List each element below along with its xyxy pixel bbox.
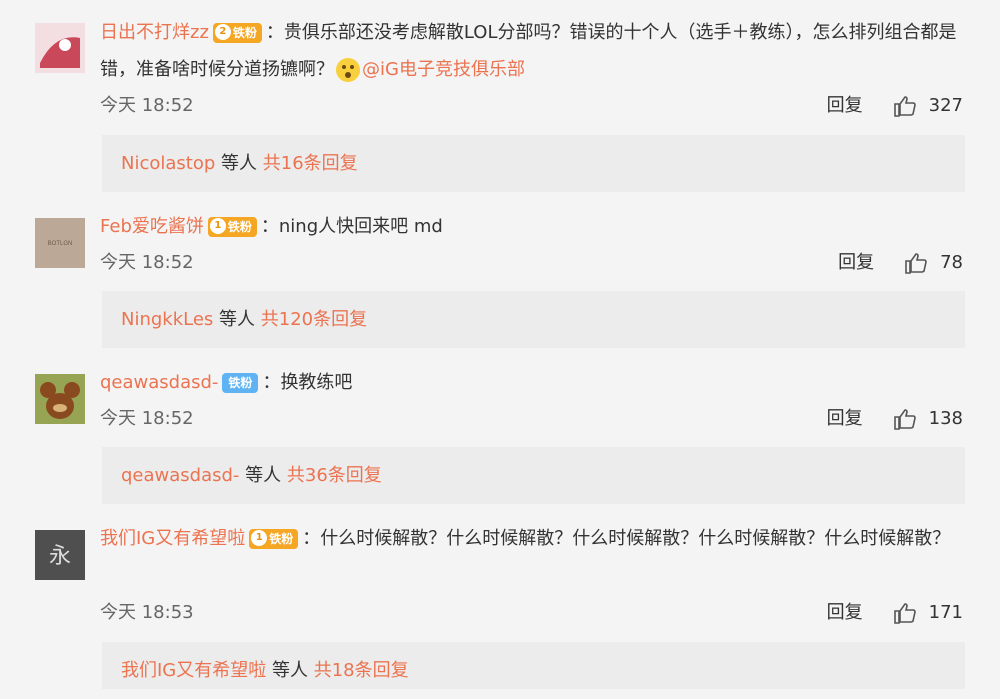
comment-actions: 回复 327 [827, 91, 963, 121]
comment-text: ning人快回来吧 md [278, 216, 443, 237]
comment-content: qeawasdasd- 铁粉 ：换教练吧 [100, 364, 970, 401]
avatar-image: BOTLGN [35, 218, 85, 268]
colon: ： [302, 528, 321, 549]
replier-name[interactable]: qeawasdasd- [121, 465, 239, 486]
username-link[interactable]: 我们IG又有希望啦 [100, 528, 245, 549]
reply-button[interactable]: 回复 [838, 248, 874, 278]
fan-badge[interactable]: 2 铁粉 [212, 23, 262, 43]
comment-content: 我们IG又有希望啦 1 铁粉 ：什么时候解散？什么时候解散？什么时候解散？什么时候解散… [100, 520, 970, 557]
badge-label: 铁粉 [232, 26, 257, 40]
like-button[interactable]: 138 [893, 404, 963, 434]
svg-text:BOTLGN: BOTLGN [48, 241, 73, 247]
fan-badge[interactable]: 铁粉 [222, 373, 259, 393]
like-button[interactable]: 327 [893, 91, 963, 121]
comment-meta: 今天 18:52 回复 138 [100, 404, 963, 434]
avatar[interactable] [35, 374, 85, 424]
comment-meta: 今天 18:52 回复 78 [100, 248, 963, 278]
comment-text: 换教练吧 [280, 372, 353, 393]
reply-summary[interactable]: 我们IG又有希望啦 等人 共18条回复 [102, 642, 965, 689]
username-link[interactable]: Feb爱吃酱饼 [100, 216, 204, 237]
fan-badge[interactable]: 1 铁粉 [249, 529, 299, 549]
replier-name[interactable]: 我们IG又有希望啦 [121, 660, 266, 681]
timestamp: 今天 18:52 [100, 408, 194, 429]
colon: ： [260, 216, 279, 237]
badge-label: 铁粉 [227, 220, 252, 234]
like-count: 327 [928, 95, 963, 116]
comment-meta: 今天 18:53 回复 171 [100, 598, 963, 628]
avatar-image [35, 374, 85, 424]
like-button[interactable]: 171 [893, 598, 963, 628]
like-count: 78 [940, 252, 963, 273]
replier-name[interactable]: Nicolastop [121, 153, 215, 174]
avatar[interactable] [35, 23, 85, 73]
comment-text: 什么时候解散？什么时候解散？什么时候解散？什么时候解散？什么时候解散？ [320, 528, 951, 549]
username-link[interactable]: qeawasdasd- [100, 372, 218, 393]
reply-button[interactable]: 回复 [827, 91, 863, 121]
avatar-image: 永 [35, 530, 85, 580]
thumbs-up-icon [905, 253, 927, 274]
thumbs-up-icon [893, 409, 916, 430]
comment-content: Feb爱吃酱饼 1 铁粉 ：ning人快回来吧 md [100, 208, 970, 245]
svg-text:永: 永 [49, 544, 71, 569]
comment-actions: 回复 171 [827, 598, 963, 628]
replies-middle: 等人 [272, 660, 308, 681]
like-button[interactable]: 78 [904, 248, 963, 278]
avatar-image [35, 23, 85, 73]
crown-badge-icon: 2 [214, 24, 231, 40]
view-replies-link[interactable]: 共18条回复 [314, 660, 409, 681]
comment-feed: 日出不打烊zz 2 铁粉 ：贵俱乐部还没考虑解散LOL分部吗？错误的十个人（选手＋教练… [0, 0, 1000, 689]
colon: ： [262, 372, 281, 393]
comment-actions: 回复 78 [838, 248, 963, 278]
thumbs-up-icon [893, 603, 916, 624]
timestamp: 今天 18:53 [100, 602, 194, 623]
reply-button[interactable]: 回复 [827, 404, 863, 434]
avatar[interactable]: BOTLGN [35, 218, 85, 268]
avatar[interactable]: 永 [35, 530, 85, 580]
replies-middle: 等人 [219, 309, 256, 330]
comment-content: 日出不打烊zz 2 铁粉 ：贵俱乐部还没考虑解散LOL分部吗？错误的十个人（选手＋教练… [100, 14, 970, 88]
crown-badge-icon: 1 [209, 218, 226, 234]
timestamp: 今天 18:52 [100, 252, 194, 273]
view-replies-link[interactable]: 共16条回复 [263, 153, 358, 174]
reply-summary[interactable]: Nicolastop 等人 共16条回复 [102, 135, 965, 192]
mention-link[interactable]: @iG电子竞技俱乐部 [362, 59, 525, 80]
badge-label: 铁粉 [228, 376, 253, 390]
view-replies-link[interactable]: 共120条回复 [261, 309, 367, 330]
surprised-face-icon [336, 58, 360, 82]
like-count: 171 [928, 602, 963, 623]
crown-badge-icon: 1 [251, 530, 268, 546]
view-replies-link[interactable]: 共36条回复 [287, 465, 382, 486]
comment-meta: 今天 18:52 回复 327 [100, 91, 963, 121]
comment-actions: 回复 138 [827, 404, 963, 434]
replies-middle: 等人 [221, 153, 258, 174]
like-count: 138 [928, 408, 963, 429]
colon: ： [265, 22, 284, 43]
reply-summary[interactable]: NingkkLes 等人 共120条回复 [102, 291, 965, 348]
timestamp: 今天 18:52 [100, 95, 194, 116]
username-link[interactable]: 日出不打烊zz [100, 22, 209, 43]
reply-summary[interactable]: qeawasdasd- 等人 共36条回复 [102, 447, 965, 504]
replies-middle: 等人 [245, 465, 282, 486]
thumbs-up-icon [893, 96, 916, 117]
badge-label: 铁粉 [269, 532, 294, 546]
replier-name[interactable]: NingkkLes [121, 309, 213, 330]
fan-badge[interactable]: 1 铁粉 [207, 217, 257, 237]
reply-button[interactable]: 回复 [827, 598, 863, 628]
